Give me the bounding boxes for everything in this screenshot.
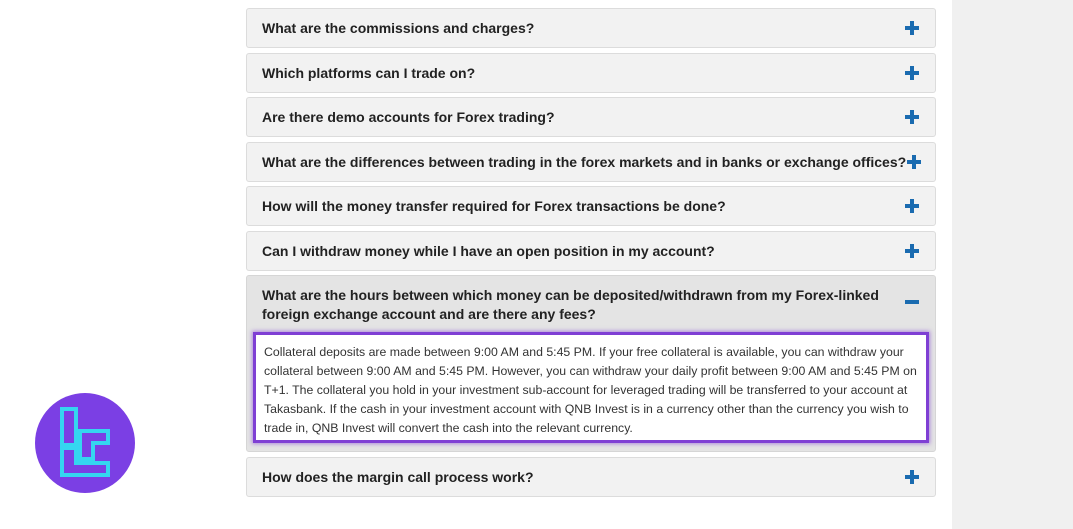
faq-item-demo-accounts[interactable]: Are there demo accounts for Forex tradin… (246, 97, 936, 137)
plus-icon[interactable] (905, 66, 919, 80)
faq-question: What are the differences between trading… (262, 154, 907, 170)
faq-header[interactable]: Can I withdraw money while I have an ope… (247, 232, 935, 270)
brand-logo-icon (35, 393, 135, 493)
faq-item-withdraw-open-position[interactable]: Can I withdraw money while I have an ope… (246, 231, 936, 271)
page: What are the commissions and charges? Wh… (0, 0, 1073, 529)
faq-header[interactable]: Which platforms can I trade on? (247, 54, 935, 92)
minus-icon[interactable] (905, 295, 919, 309)
plus-icon[interactable] (905, 110, 919, 124)
faq-item-commissions[interactable]: What are the commissions and charges? (246, 8, 936, 48)
faq-question: Are there demo accounts for Forex tradin… (262, 109, 555, 125)
faq-question: What are the hours between which money c… (262, 287, 879, 322)
faq-question: Can I withdraw money while I have an ope… (262, 243, 715, 259)
faq-question: What are the commissions and charges? (262, 20, 535, 36)
faq-header[interactable]: How will the money transfer required for… (247, 187, 935, 225)
right-sidebar-panel (952, 0, 1073, 529)
plus-icon[interactable] (907, 155, 921, 169)
faq-header[interactable]: What are the differences between trading… (247, 143, 935, 181)
faq-question: Which platforms can I trade on? (262, 65, 476, 81)
plus-icon[interactable] (905, 199, 919, 213)
faq-item-money-transfer[interactable]: How will the money transfer required for… (246, 186, 936, 226)
faq-header[interactable]: How does the margin call process work? (247, 458, 935, 496)
faq-item-deposit-hours[interactable]: What are the hours between which money c… (246, 275, 936, 452)
faq-question: How will the money transfer required for… (262, 198, 726, 214)
faq-item-platforms[interactable]: Which platforms can I trade on? (246, 53, 936, 93)
plus-icon[interactable] (905, 21, 919, 35)
faq-answer-highlighted: Collateral deposits are made between 9:0… (253, 332, 929, 443)
faq-item-differences[interactable]: What are the differences between trading… (246, 142, 936, 182)
faq-header[interactable]: What are the hours between which money c… (247, 276, 935, 334)
faq-answer-text: Collateral deposits are made between 9:0… (264, 345, 917, 435)
faq-item-margin-call[interactable]: How does the margin call process work? (246, 457, 936, 497)
plus-icon[interactable] (905, 470, 919, 484)
faq-question: How does the margin call process work? (262, 469, 534, 485)
faq-header[interactable]: Are there demo accounts for Forex tradin… (247, 98, 935, 136)
faq-header[interactable]: What are the commissions and charges? (247, 9, 935, 47)
plus-icon[interactable] (905, 244, 919, 258)
